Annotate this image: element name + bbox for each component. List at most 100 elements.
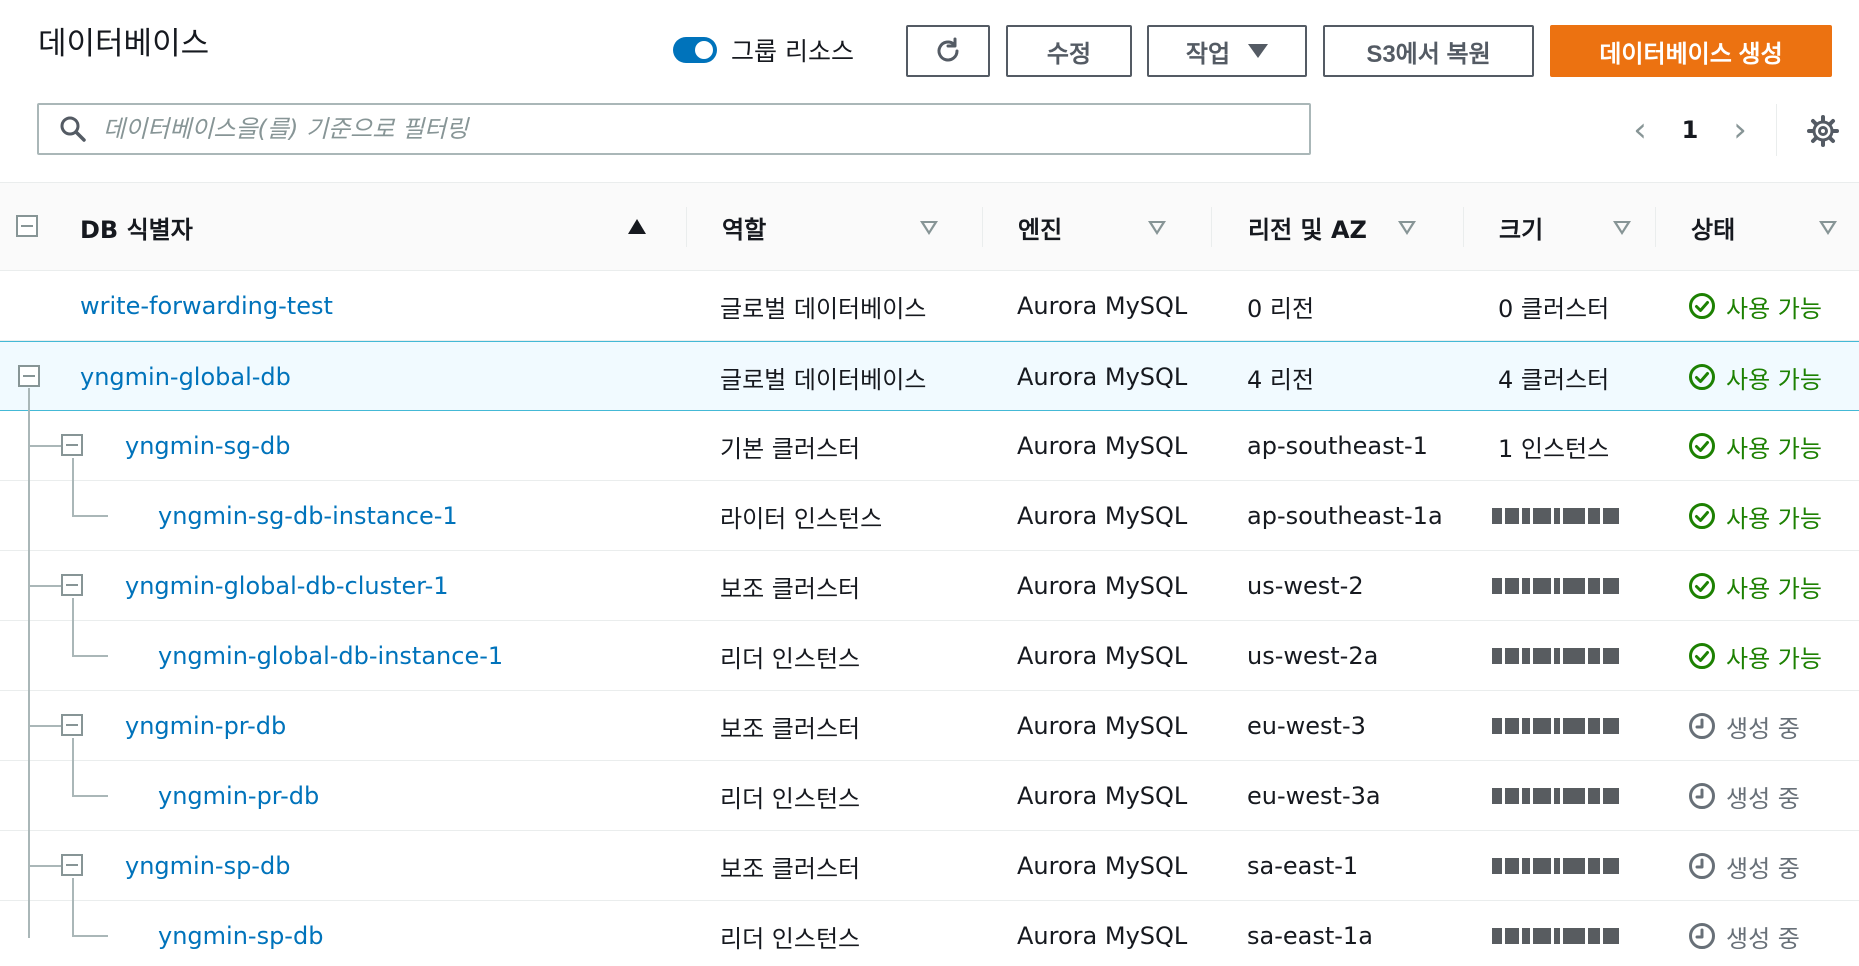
db-identifier-link[interactable]: yngmin-sg-db	[125, 411, 290, 481]
tree-connector-line	[28, 725, 61, 727]
region-cell: 0 리전	[1247, 294, 1315, 323]
status-text: 사용 가능	[1726, 365, 1822, 394]
tree-connector-line	[72, 655, 108, 657]
tree-connector-line	[28, 585, 61, 587]
caret-down-icon	[1248, 44, 1269, 58]
current-page-number[interactable]: 1	[1660, 116, 1720, 144]
column-role[interactable]: 역할	[722, 183, 952, 271]
actions-label: 작업	[1185, 40, 1231, 68]
gear-icon[interactable]	[1806, 114, 1840, 148]
tree-connector-line	[72, 795, 108, 797]
size-cell: 1 인스턴스	[1498, 434, 1610, 463]
column-status[interactable]: 상태	[1691, 183, 1851, 271]
table-row[interactable]: yngmin-global-db 글로벌 데이터베이스 Aurora MySQL 4 …	[0, 341, 1859, 411]
db-identifier-link[interactable]: yngmin-sp-db	[125, 831, 290, 901]
status-text: 사용 가능	[1726, 644, 1822, 673]
clock-icon	[1689, 713, 1715, 739]
column-db-identifier[interactable]: DB 식별자	[80, 183, 660, 271]
table-row[interactable]: write-forwarding-test 글로벌 데이터베이스 Aurora My…	[0, 271, 1859, 341]
clock-icon	[1689, 853, 1715, 879]
db-identifier-link[interactable]: yngmin-global-db-cluster-1	[125, 551, 449, 621]
column-engine[interactable]: 엔진	[1018, 183, 1180, 271]
column-region-az[interactable]: 리전 및 AZ	[1248, 183, 1430, 271]
check-circle-icon	[1689, 643, 1715, 669]
sort-icon	[1398, 221, 1416, 235]
db-identifier-link[interactable]: write-forwarding-test	[80, 271, 333, 341]
status-text: 사용 가능	[1726, 294, 1822, 323]
role-cell: 기본 클러스터	[720, 434, 861, 463]
group-resources-toggle[interactable]	[673, 37, 717, 63]
group-resources-toggle-wrap[interactable]: 그룹 리소스	[673, 32, 854, 68]
db-identifier-link[interactable]: yngmin-pr-db	[158, 761, 319, 831]
role-cell: 보조 클러스터	[720, 574, 861, 603]
search-box[interactable]	[37, 103, 1311, 155]
sort-icon	[920, 221, 938, 235]
pagination: ‹ 1 ›	[1620, 110, 1760, 150]
region-cell: 4 리전	[1247, 365, 1315, 394]
table-header: DB 식별자 역할 엔진 리전 및 AZ 크기 상태	[0, 183, 1859, 271]
status-text: 생성 중	[1726, 854, 1800, 883]
tree-connector-line	[72, 878, 74, 936]
db-identifier-link[interactable]: yngmin-global-db	[80, 342, 291, 412]
role-cell: 글로벌 데이터베이스	[720, 294, 927, 323]
group-resources-label: 그룹 리소스	[731, 37, 854, 66]
tree-connector-line	[72, 598, 74, 656]
engine-cell: Aurora MySQL	[1017, 712, 1188, 740]
collapse-row-icon[interactable]	[18, 365, 40, 387]
column-separator	[1655, 207, 1656, 247]
restore-from-s3-button[interactable]: S3에서 복원	[1323, 25, 1534, 77]
chevron-right-icon[interactable]: ›	[1720, 110, 1760, 150]
sort-icon	[1819, 221, 1837, 235]
actions-dropdown-button[interactable]: 작업	[1147, 25, 1307, 77]
db-identifier-link[interactable]: yngmin-sp-db	[158, 901, 323, 966]
status-cell: 생성 중	[1688, 691, 1800, 761]
refresh-icon	[937, 37, 959, 62]
region-cell: sa-east-1	[1247, 852, 1359, 880]
redacted-size-value	[1462, 906, 1642, 966]
sort-icon	[1613, 221, 1631, 235]
collapse-row-icon[interactable]	[61, 854, 83, 876]
role-cell: 리더 인스턴스	[720, 784, 861, 813]
status-cell: 사용 가능	[1688, 271, 1822, 341]
engine-cell: Aurora MySQL	[1017, 642, 1188, 670]
engine-cell: Aurora MySQL	[1017, 572, 1188, 600]
engine-cell: Aurora MySQL	[1017, 922, 1188, 950]
check-circle-icon	[1689, 364, 1715, 390]
region-cell: us-west-2a	[1247, 642, 1379, 670]
page-title: 데이터베이스	[38, 26, 210, 62]
sort-ascending-icon	[628, 219, 646, 234]
role-cell: 글로벌 데이터베이스	[720, 365, 927, 394]
role-cell: 라이터 인스턴스	[720, 504, 883, 533]
status-text: 생성 중	[1726, 924, 1800, 953]
status-text: 생성 중	[1726, 784, 1800, 813]
create-database-button[interactable]: 데이터베이스 생성	[1550, 25, 1832, 77]
column-separator	[1463, 207, 1464, 247]
collapse-all-icon[interactable]	[16, 215, 38, 237]
status-cell: 사용 가능	[1688, 551, 1822, 621]
edit-button[interactable]: 수정	[1006, 25, 1132, 77]
redacted-size-value	[1462, 766, 1642, 826]
status-cell: 사용 가능	[1688, 621, 1822, 691]
search-input[interactable]	[103, 115, 1309, 143]
role-cell: 리더 인스턴스	[720, 644, 861, 673]
db-identifier-link[interactable]: yngmin-pr-db	[125, 691, 286, 761]
collapse-row-icon[interactable]	[61, 574, 83, 596]
chevron-left-icon[interactable]: ‹	[1620, 110, 1660, 150]
redacted-size-value	[1462, 696, 1642, 756]
tree-connector-line	[28, 388, 30, 938]
collapse-row-icon[interactable]	[61, 714, 83, 736]
db-identifier-link[interactable]: yngmin-sg-db-instance-1	[158, 481, 458, 551]
column-separator	[1211, 207, 1212, 247]
table-row[interactable]: yngmin-sg-db 기본 클러스터 Aurora MySQL ap-southe…	[0, 411, 1859, 481]
engine-cell: Aurora MySQL	[1017, 502, 1188, 530]
column-size[interactable]: 크기	[1499, 183, 1645, 271]
size-cell: 4 클러스터	[1498, 365, 1610, 394]
tree-connector-line	[72, 458, 74, 516]
column-separator	[686, 207, 687, 247]
status-cell: 생성 중	[1688, 831, 1800, 901]
db-identifier-link[interactable]: yngmin-global-db-instance-1	[158, 621, 503, 691]
role-cell: 보조 클러스터	[720, 714, 861, 743]
role-cell: 리더 인스턴스	[720, 924, 861, 953]
refresh-button[interactable]	[906, 25, 990, 77]
collapse-row-icon[interactable]	[61, 434, 83, 456]
